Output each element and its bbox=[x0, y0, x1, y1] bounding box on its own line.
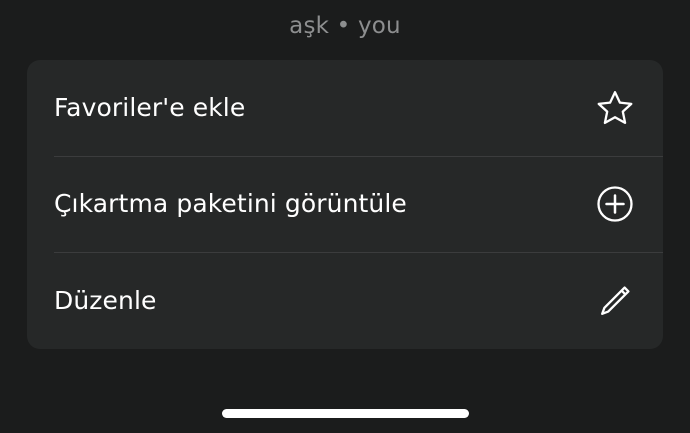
view-sticker-pack-item[interactable]: Çıkartma paketini görüntüle bbox=[27, 156, 663, 252]
edit-item[interactable]: Düzenle bbox=[27, 252, 663, 349]
edit-label: Düzenle bbox=[54, 285, 157, 315]
star-outline-icon bbox=[595, 88, 635, 128]
home-indicator[interactable] bbox=[222, 409, 469, 418]
sticker-action-sheet-screen: aşk • you Favoriler'e ekle Çıkartma pake… bbox=[0, 0, 690, 433]
pencil-icon bbox=[595, 281, 635, 321]
plus-circle-icon bbox=[595, 184, 635, 224]
add-to-favorites-item[interactable]: Favoriler'e ekle bbox=[27, 60, 663, 156]
sticker-title: aşk • you bbox=[289, 13, 401, 39]
add-to-favorites-label: Favoriler'e ekle bbox=[54, 93, 246, 122]
action-menu: Favoriler'e ekle Çıkartma paketini görün… bbox=[27, 60, 663, 349]
view-sticker-pack-label: Çıkartma paketini görüntüle bbox=[54, 189, 407, 218]
